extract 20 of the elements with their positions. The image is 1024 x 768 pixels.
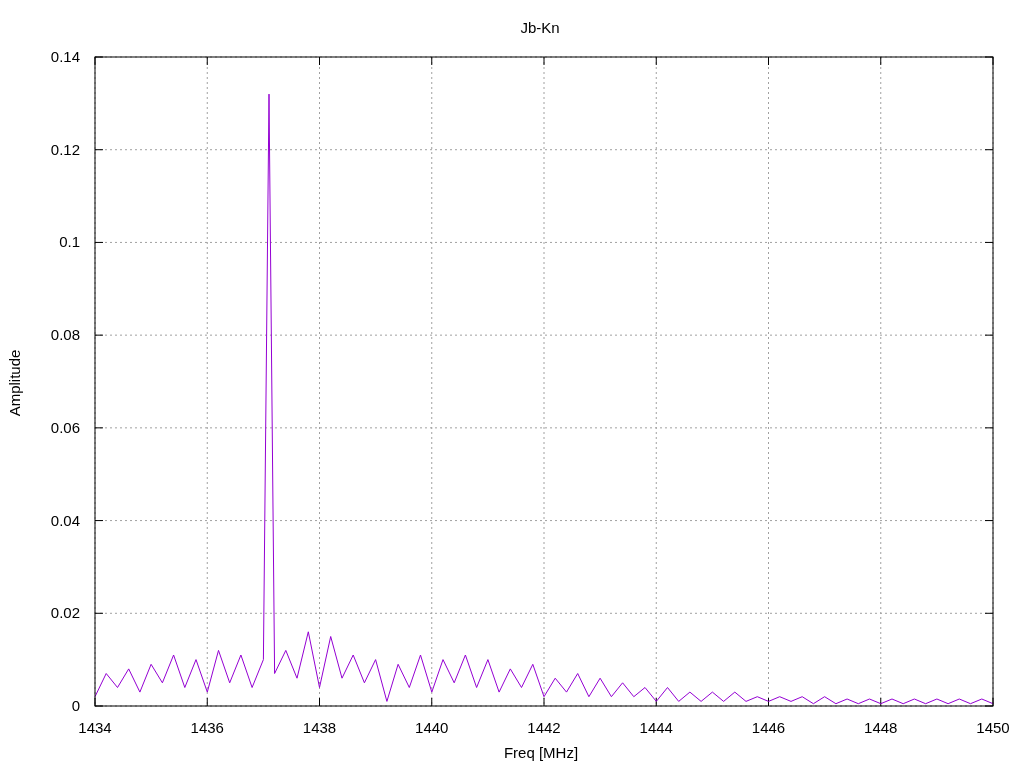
x-tick-label: 1450 — [976, 719, 1010, 736]
x-tick-label: 1434 — [78, 719, 112, 736]
chart-title: Jb-Kn — [520, 19, 560, 36]
y-tick-label: 0.02 — [50, 604, 80, 622]
y-tick-label: 0.04 — [50, 511, 80, 529]
x-tick-label: 1438 — [302, 719, 337, 736]
y-tick-label: 0.08 — [50, 326, 80, 344]
x-tick-label: 1440 — [415, 719, 449, 736]
y-tick-label: 0.14 — [50, 48, 80, 65]
x-tick-label: 1436 — [190, 719, 224, 736]
y-axis-title: Amplitude — [6, 349, 23, 417]
y-tick-label: 0.12 — [50, 140, 80, 158]
y-tick-label: 0 — [71, 697, 80, 714]
x-tick-label: 1442 — [527, 719, 561, 736]
x-tick-label: 1446 — [751, 719, 786, 736]
x-tick-label: 1444 — [639, 719, 673, 736]
y-tick-label: 0.06 — [50, 418, 80, 436]
y-tick-label: 0.1 — [59, 233, 80, 251]
x-tick-label: 1448 — [864, 719, 898, 736]
x-axis-title: Freq [MHz] — [503, 744, 579, 761]
